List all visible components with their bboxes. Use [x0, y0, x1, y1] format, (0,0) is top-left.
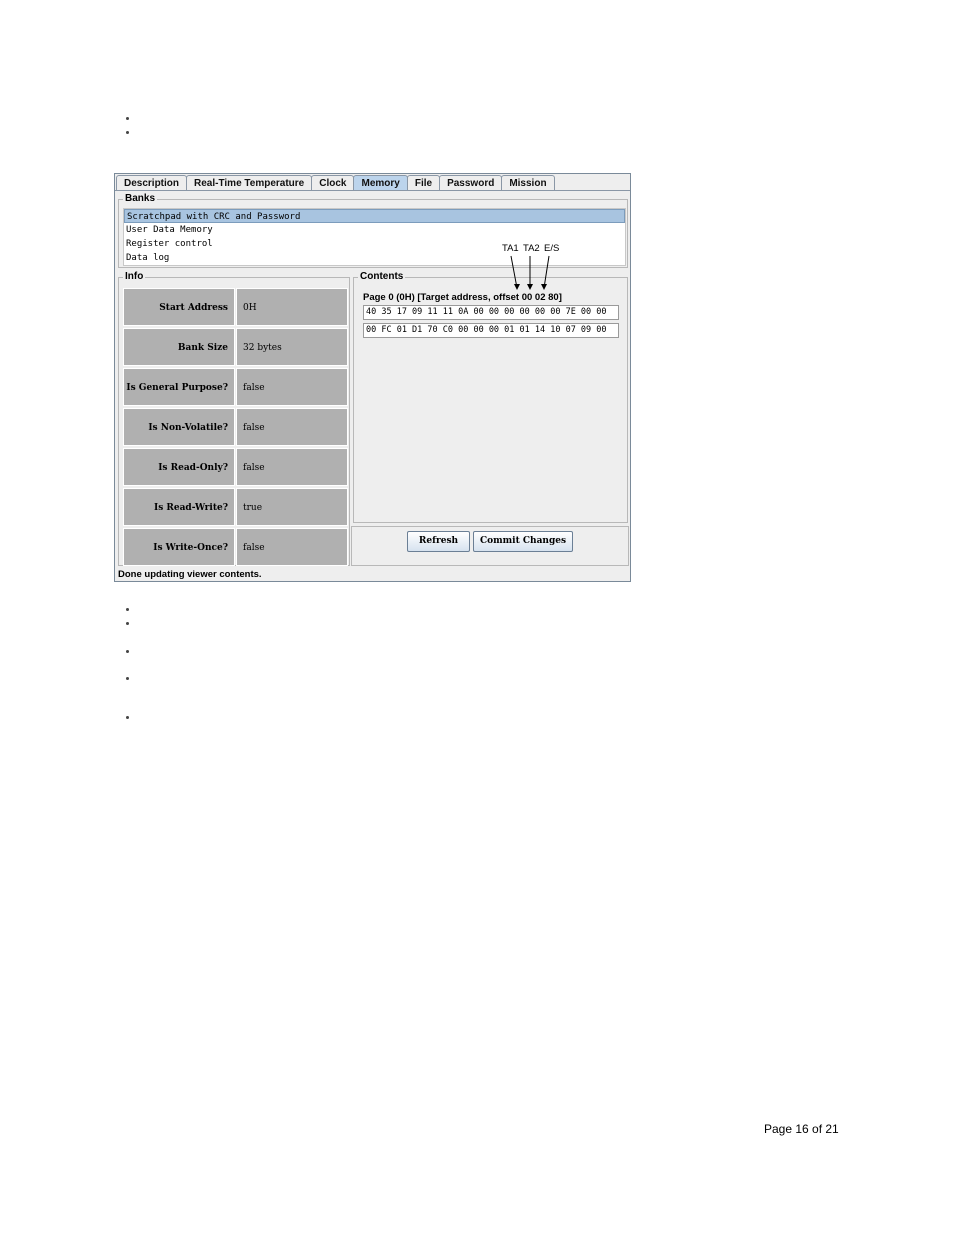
info-label: Is Non-Volatile? [123, 408, 235, 446]
info-label: Bank Size [123, 328, 235, 366]
tab-memory[interactable]: Memory [353, 175, 408, 191]
info-label: Is General Purpose? [123, 368, 235, 406]
tab-divider [115, 190, 630, 191]
tab-mission[interactable]: Mission [501, 175, 555, 191]
bullet-marker [126, 117, 130, 121]
annotation-ta2: TA2 [523, 243, 540, 254]
tab-password[interactable]: Password [439, 175, 503, 191]
info-row: Is Write-Once? false [123, 528, 351, 568]
bullet-marker [126, 608, 130, 612]
tab-file[interactable]: File [406, 175, 441, 191]
hex-row[interactable]: 00 FC 01 D1 70 C0 00 00 00 01 01 14 10 0… [363, 323, 619, 338]
contents-group-label: Contents [358, 271, 406, 283]
info-row: Start Address 0H [123, 288, 351, 328]
tab-real-time-temperature[interactable]: Real-Time Temperature [186, 175, 313, 191]
info-row: Is Read-Write? true [123, 488, 351, 528]
button-panel: Refresh Commit Changes [351, 526, 629, 566]
tab-description[interactable]: Description [116, 175, 188, 191]
hex-row[interactable]: 40 35 17 09 11 11 0A 00 00 00 00 00 00 7… [363, 305, 619, 320]
annotation-es: E/S [544, 243, 560, 254]
info-group-label: Info [123, 271, 146, 283]
info-value: false [236, 368, 348, 406]
bullet-marker [126, 131, 130, 135]
bullet-marker [126, 677, 130, 681]
banks-group-label: Banks [123, 193, 158, 205]
memory-viewer-window: Description Real-Time Temperature Clock … [114, 173, 631, 582]
info-row: Bank Size 32 bytes [123, 328, 351, 368]
commit-changes-button[interactable]: Commit Changes [473, 531, 573, 552]
info-grid: Start Address 0H Bank Size 32 bytes Is G… [123, 288, 351, 568]
status-bar-text: Done updating viewer contents. [118, 569, 262, 580]
banks-list: Scratchpad with CRC and Password User Da… [123, 208, 626, 266]
info-group: Info Start Address 0H Bank Size 32 bytes… [118, 271, 351, 568]
bullet-marker [126, 622, 130, 626]
info-row: Is Read-Only? false [123, 448, 351, 488]
contents-group: Contents Page 0 (0H) [Target address, of… [353, 271, 628, 523]
refresh-button[interactable]: Refresh [407, 531, 470, 552]
info-label: Start Address [123, 288, 235, 326]
page-number: Page 16 of 21 [764, 1122, 839, 1136]
info-value: 0H [236, 288, 348, 326]
tab-clock[interactable]: Clock [311, 175, 355, 191]
info-value: false [236, 528, 348, 566]
bank-item-scratchpad[interactable]: Scratchpad with CRC and Password [124, 209, 625, 223]
bullet-marker [126, 650, 130, 654]
info-value: false [236, 408, 348, 446]
info-row: Is General Purpose? false [123, 368, 351, 408]
info-label: Is Read-Only? [123, 448, 235, 486]
info-label: Is Read-Write? [123, 488, 235, 526]
tab-bar: Description Real-Time Temperature Clock … [116, 175, 555, 191]
info-value: 32 bytes [236, 328, 348, 366]
page-caption: Page 0 (0H) [Target address, offset 00 0… [363, 292, 562, 303]
annotation-ta1: TA1 [502, 243, 519, 254]
info-value: true [236, 488, 348, 526]
info-row: Is Non-Volatile? false [123, 408, 351, 448]
info-label: Is Write-Once? [123, 528, 235, 566]
bank-item-user-data-memory[interactable]: User Data Memory [124, 223, 625, 237]
info-value: false [236, 448, 348, 486]
banks-group: Banks Scratchpad with CRC and Password U… [118, 193, 628, 268]
bullet-marker [126, 716, 130, 720]
